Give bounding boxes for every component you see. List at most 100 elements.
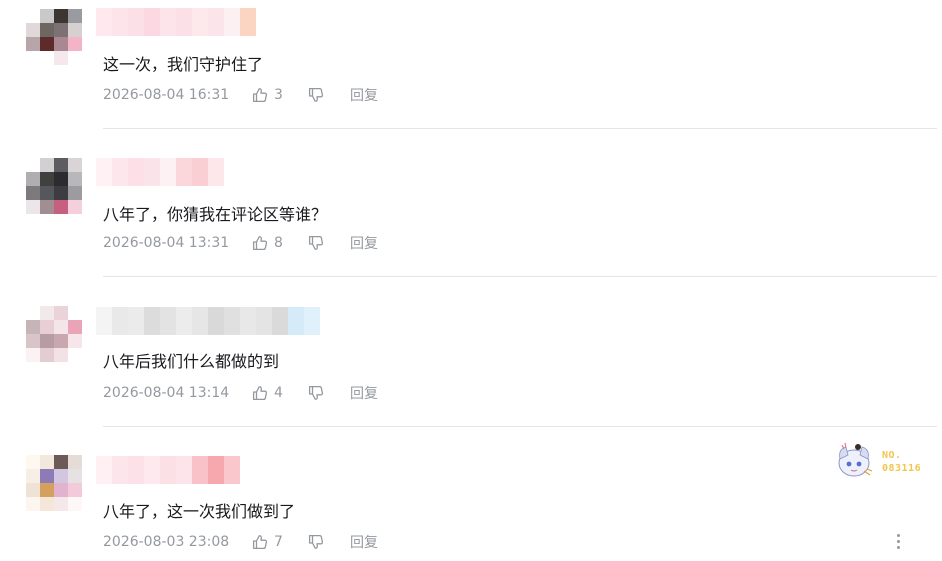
avatar-pixel [68,306,82,320]
username-pixel [208,8,224,36]
username[interactable] [96,158,224,186]
avatar-pixel [40,483,54,497]
avatar-pixel [26,497,40,511]
avatar-pixel [40,306,54,320]
avatar-pixel [68,186,82,200]
avatar-pixel [54,320,68,334]
username-pixel [208,456,224,484]
dislike-button[interactable] [307,384,350,402]
avatar-pixel [54,455,68,469]
username-pixel [192,158,208,186]
avatar-pixel [40,51,54,65]
like-button[interactable]: 7 [251,533,307,551]
username-pixel [128,307,144,335]
reply-button[interactable]: 回复 [350,233,378,253]
avatar[interactable] [26,455,82,511]
avatar-pixel [54,469,68,483]
avatar-pixel [26,158,40,172]
avatar-pixel [54,497,68,511]
username-pixel [160,456,176,484]
reply-button[interactable]: 回复 [350,383,378,403]
avatar-pixel [54,23,68,37]
username-pixel [304,307,320,335]
username-pixel [240,307,256,335]
like-count: 8 [274,235,283,251]
username-pixel [224,8,240,36]
avatar-pixel [26,51,40,65]
dislike-button[interactable] [307,86,350,104]
username[interactable] [96,456,240,484]
dislike-button[interactable] [307,533,350,551]
avatar-pixel [68,483,82,497]
comment-meta: 2026-08-04 13:14 4 回复 [103,383,378,403]
avatar[interactable] [26,9,82,65]
avatar-pixel [54,9,68,23]
avatar-pixel [68,23,82,37]
reply-button[interactable]: 回复 [350,532,378,552]
avatar-pixel [54,37,68,51]
avatar-pixel [68,37,82,51]
avatar-pixel [40,186,54,200]
more-options-icon[interactable] [890,531,906,551]
username-pixel [144,307,160,335]
username[interactable] [96,307,320,335]
fan-badge[interactable]: NO. 083116 [834,441,934,481]
avatar-pixel [26,320,40,334]
comment-time: 2026-08-03 23:08 [103,534,230,550]
fan-badge-number: NO. 083116 [882,449,921,475]
reply-button[interactable]: 回复 [350,85,378,105]
username-pixel [272,307,288,335]
username-pixel [144,8,160,36]
username[interactable] [96,8,256,36]
thumbs-up-icon [251,86,269,104]
avatar-pixel [26,455,40,469]
avatar-pixel [68,348,82,362]
username-pixel [224,456,240,484]
divider [103,426,937,427]
comment-text: 八年了，这一次我们做到了 [103,502,296,521]
avatar-pixel [40,497,54,511]
dislike-button[interactable] [307,234,350,252]
comment-meta: 2026-08-04 16:31 3 回复 [103,85,378,105]
username-pixel [288,307,304,335]
avatar-pixel [68,334,82,348]
comment-time: 2026-08-04 13:14 [103,385,230,401]
username-pixel [192,307,208,335]
avatar-pixel [40,334,54,348]
avatar-pixel [40,469,54,483]
avatar-pixel [68,497,82,511]
avatar-pixel [54,158,68,172]
divider [103,276,937,277]
like-count: 3 [274,87,283,103]
avatar[interactable] [26,306,82,362]
like-count: 4 [274,385,283,401]
mascot-icon [838,442,873,477]
more-dot [896,545,900,549]
avatar-pixel [40,9,54,23]
username-pixel [112,8,128,36]
username-pixel [160,158,176,186]
username-pixel [256,307,272,335]
avatar-pixel [68,158,82,172]
like-button[interactable]: 3 [251,86,307,104]
avatar-pixel [68,455,82,469]
username-pixel [176,307,192,335]
username-pixel [128,158,144,186]
comment-text: 这一次，我们守护住了 [103,55,264,74]
avatar-pixel [40,23,54,37]
avatar[interactable] [26,158,82,214]
more-dot [896,539,900,543]
like-button[interactable]: 8 [251,234,307,252]
avatar-pixel [68,200,82,214]
like-count: 7 [274,534,283,550]
avatar-pixel [54,334,68,348]
username-pixel [208,158,224,186]
avatar-pixel [40,348,54,362]
avatar-pixel [54,51,68,65]
avatar-pixel [26,23,40,37]
like-button[interactable]: 4 [251,384,307,402]
thumbs-down-icon [307,533,325,551]
avatar-pixel [26,469,40,483]
divider [103,128,937,129]
username-pixel [112,307,128,335]
